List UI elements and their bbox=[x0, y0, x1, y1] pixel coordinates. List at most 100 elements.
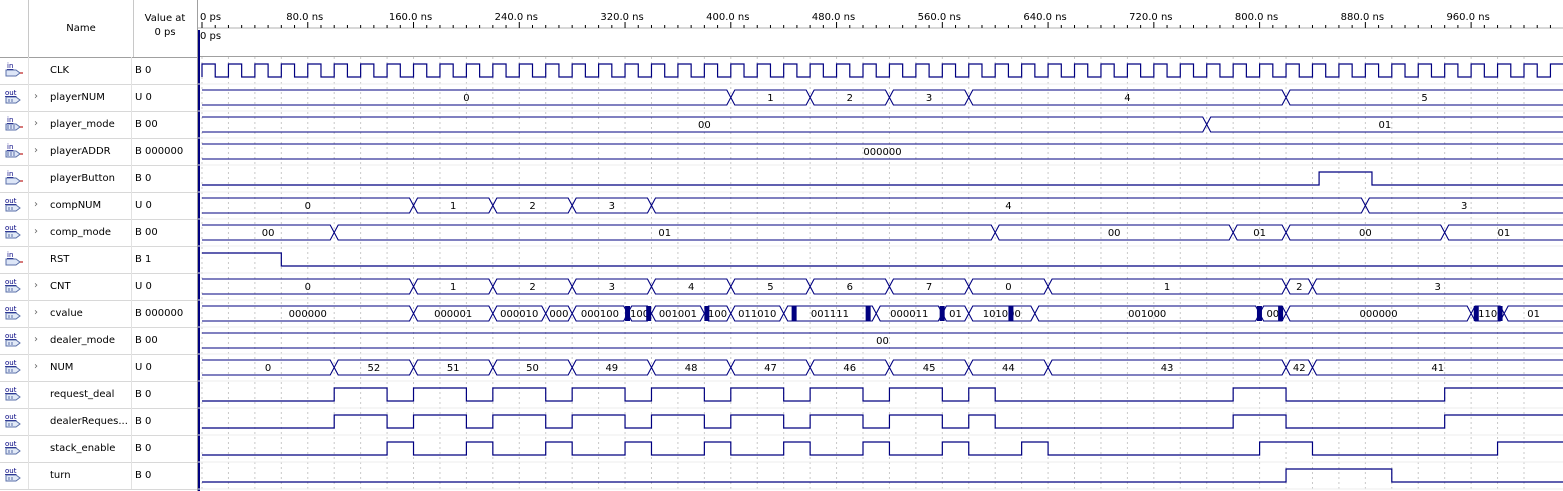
wave-RST[interactable] bbox=[202, 252, 1563, 267]
expand-chevron-icon[interactable]: › bbox=[34, 226, 38, 237]
signal-row-playerADDR[interactable]: in › playerADDR B 000000 bbox=[0, 138, 197, 166]
signal-name[interactable]: playerADDR bbox=[50, 146, 130, 157]
wave-comp_mode-value-label: 00 bbox=[1359, 228, 1372, 239]
wave-NUM-value-label: 49 bbox=[605, 363, 618, 374]
wave-NUM-value-label: 43 bbox=[1161, 363, 1174, 374]
wave-comp_mode-value-label: 01 bbox=[658, 228, 671, 239]
signal-row-stack_enable[interactable]: out stack_enable B 0 bbox=[0, 435, 197, 463]
input-pin-icon: in bbox=[4, 251, 24, 267]
signal-row-RST[interactable]: in RST B 1 bbox=[0, 246, 197, 274]
wave-cvalue-glitch-marker bbox=[646, 306, 652, 321]
svg-text:out: out bbox=[5, 305, 17, 313]
wave-NUM-value-label: 51 bbox=[447, 363, 460, 374]
signal-row-CLK[interactable]: in CLK B 0 bbox=[0, 57, 197, 85]
signal-row-playerButton[interactable]: in playerButton B 0 bbox=[0, 165, 197, 193]
wave-NUM-value-label: 44 bbox=[1002, 363, 1015, 374]
wave-CNT-value-label: 2 bbox=[529, 282, 535, 293]
signal-list-panel: Name Value at 0 ps in CLK B 0 out › playerNUM… bbox=[0, 0, 198, 491]
signal-name[interactable]: CLK bbox=[50, 65, 130, 76]
signal-name[interactable]: dealerReques... bbox=[50, 416, 130, 427]
wave-playerButton[interactable] bbox=[202, 171, 1563, 186]
signal-name[interactable]: request_deal bbox=[50, 389, 130, 400]
signal-name[interactable]: CNT bbox=[50, 281, 130, 292]
wave-CNT-value-label: 2 bbox=[1296, 282, 1302, 293]
wave-NUM-value-label: 41 bbox=[1431, 363, 1444, 374]
wave-cvalue-glitch-marker bbox=[625, 306, 631, 321]
wave-CLK[interactable] bbox=[201, 63, 1563, 78]
wave-cvalue-value-label: 00 bbox=[1266, 309, 1279, 320]
wave-dealerRequest[interactable] bbox=[202, 414, 1563, 429]
signal-row-compNUM[interactable]: out › compNUM U 0 bbox=[0, 192, 197, 220]
signal-name[interactable]: turn bbox=[50, 470, 130, 481]
wave-NUM-value-label: 50 bbox=[526, 363, 539, 374]
signal-row-player_mode[interactable]: in › player_mode B 00 bbox=[0, 111, 197, 139]
expand-chevron-icon[interactable]: › bbox=[34, 307, 38, 318]
wave-turn[interactable] bbox=[202, 468, 1563, 483]
expand-chevron-icon[interactable]: › bbox=[34, 145, 38, 156]
svg-text:out: out bbox=[5, 332, 17, 340]
time-tick-label: 160.0 ns bbox=[389, 12, 432, 23]
signal-name[interactable]: cvalue bbox=[50, 308, 130, 319]
wave-request_deal[interactable] bbox=[202, 387, 1563, 402]
svg-text:out: out bbox=[5, 278, 17, 286]
signal-name[interactable]: stack_enable bbox=[50, 443, 130, 454]
waveform-panel[interactable]: 0 ps 80.0 ns 160.0 ns 240.0 ns 320.0 ns 400.0… bbox=[198, 0, 1563, 491]
signal-row-comp_mode[interactable]: out › comp_mode B 00 bbox=[0, 219, 197, 247]
wave-CNT-value-label: 0 bbox=[1005, 282, 1011, 293]
wave-compNUM-value-label: 3 bbox=[609, 201, 615, 212]
signal-name[interactable]: NUM bbox=[50, 362, 130, 373]
name-column-header[interactable]: Name bbox=[28, 0, 134, 57]
signal-row-NUM[interactable]: out › NUM U 0 bbox=[0, 354, 197, 382]
wave-NUM-value-label: 48 bbox=[685, 363, 698, 374]
svg-text:in: in bbox=[7, 116, 13, 124]
signal-row-dealer_mode[interactable]: out › dealer_mode B 00 bbox=[0, 327, 197, 355]
output-pin-icon: out bbox=[4, 89, 24, 105]
expand-chevron-icon[interactable]: › bbox=[34, 118, 38, 129]
signal-row-playerNUM[interactable]: out › playerNUM U 0 bbox=[0, 84, 197, 112]
expand-chevron-icon[interactable]: › bbox=[34, 280, 38, 291]
signal-name[interactable]: comp_mode bbox=[50, 227, 130, 238]
waveform-canvas[interactable]: 0 ps 80.0 ns 160.0 ns 240.0 ns 320.0 ns 400.0… bbox=[198, 0, 1563, 491]
wave-cvalue-value-label: 000000 bbox=[1359, 309, 1397, 320]
wave-NUM-value-label: 0 bbox=[265, 363, 271, 374]
svg-text:out: out bbox=[5, 224, 17, 232]
signal-value: B 0 bbox=[135, 65, 152, 76]
signal-value: B 0 bbox=[135, 389, 152, 400]
signal-row-cvalue[interactable]: out › cvalue B 000000 bbox=[0, 300, 197, 328]
expand-chevron-icon[interactable]: › bbox=[34, 199, 38, 210]
expand-chevron-icon[interactable]: › bbox=[34, 361, 38, 372]
wave-stack_enable[interactable] bbox=[202, 441, 1563, 456]
input-pin-icon: in bbox=[4, 143, 24, 159]
wave-CNT-value-label: 7 bbox=[926, 282, 932, 293]
wave-playerNUM-value-label: 2 bbox=[847, 93, 853, 104]
signal-row-request_deal[interactable]: out request_deal B 0 bbox=[0, 381, 197, 409]
wave-NUM-value-label: 45 bbox=[923, 363, 936, 374]
wave-cvalue-value-label: 000000 bbox=[289, 309, 327, 320]
wave-compNUM-value-label: 0 bbox=[305, 201, 311, 212]
time-tick-label: 320.0 ns bbox=[600, 12, 643, 23]
signal-row-CNT[interactable]: out › CNT U 0 bbox=[0, 273, 197, 301]
expand-chevron-icon[interactable]: › bbox=[34, 91, 38, 102]
signal-name[interactable]: compNUM bbox=[50, 200, 130, 211]
signal-name[interactable]: playerButton bbox=[50, 173, 130, 184]
output-pin-icon: out bbox=[4, 467, 24, 483]
signal-name[interactable]: dealer_mode bbox=[50, 335, 130, 346]
signal-row-dealerRequest[interactable]: out dealerReques... B 0 bbox=[0, 408, 197, 436]
signal-value: B 000000 bbox=[135, 146, 184, 157]
wave-compNUM-value-label: 3 bbox=[1461, 201, 1467, 212]
signal-value: U 0 bbox=[135, 200, 152, 211]
expand-chevron-icon[interactable]: › bbox=[34, 334, 38, 345]
signal-value: U 0 bbox=[135, 92, 152, 103]
wave-compNUM-value-label: 4 bbox=[1005, 201, 1011, 212]
signal-name[interactable]: player_mode bbox=[50, 119, 130, 130]
wave-compNUM-value-label: 1 bbox=[450, 201, 456, 212]
signal-name[interactable]: RST bbox=[50, 254, 130, 265]
signal-row-turn[interactable]: out turn B 0 bbox=[0, 462, 197, 490]
waveform-viewer: { "header": {"name_label": "Name", "valu… bbox=[0, 0, 1563, 491]
wave-comp_mode-value-label: 00 bbox=[262, 228, 275, 239]
output-pin-icon: out bbox=[4, 359, 24, 375]
wave-CNT-value-label: 4 bbox=[688, 282, 694, 293]
value-column-header[interactable]: Value at 0 ps bbox=[133, 12, 197, 40]
svg-text:out: out bbox=[5, 413, 17, 421]
signal-name[interactable]: playerNUM bbox=[50, 92, 130, 103]
